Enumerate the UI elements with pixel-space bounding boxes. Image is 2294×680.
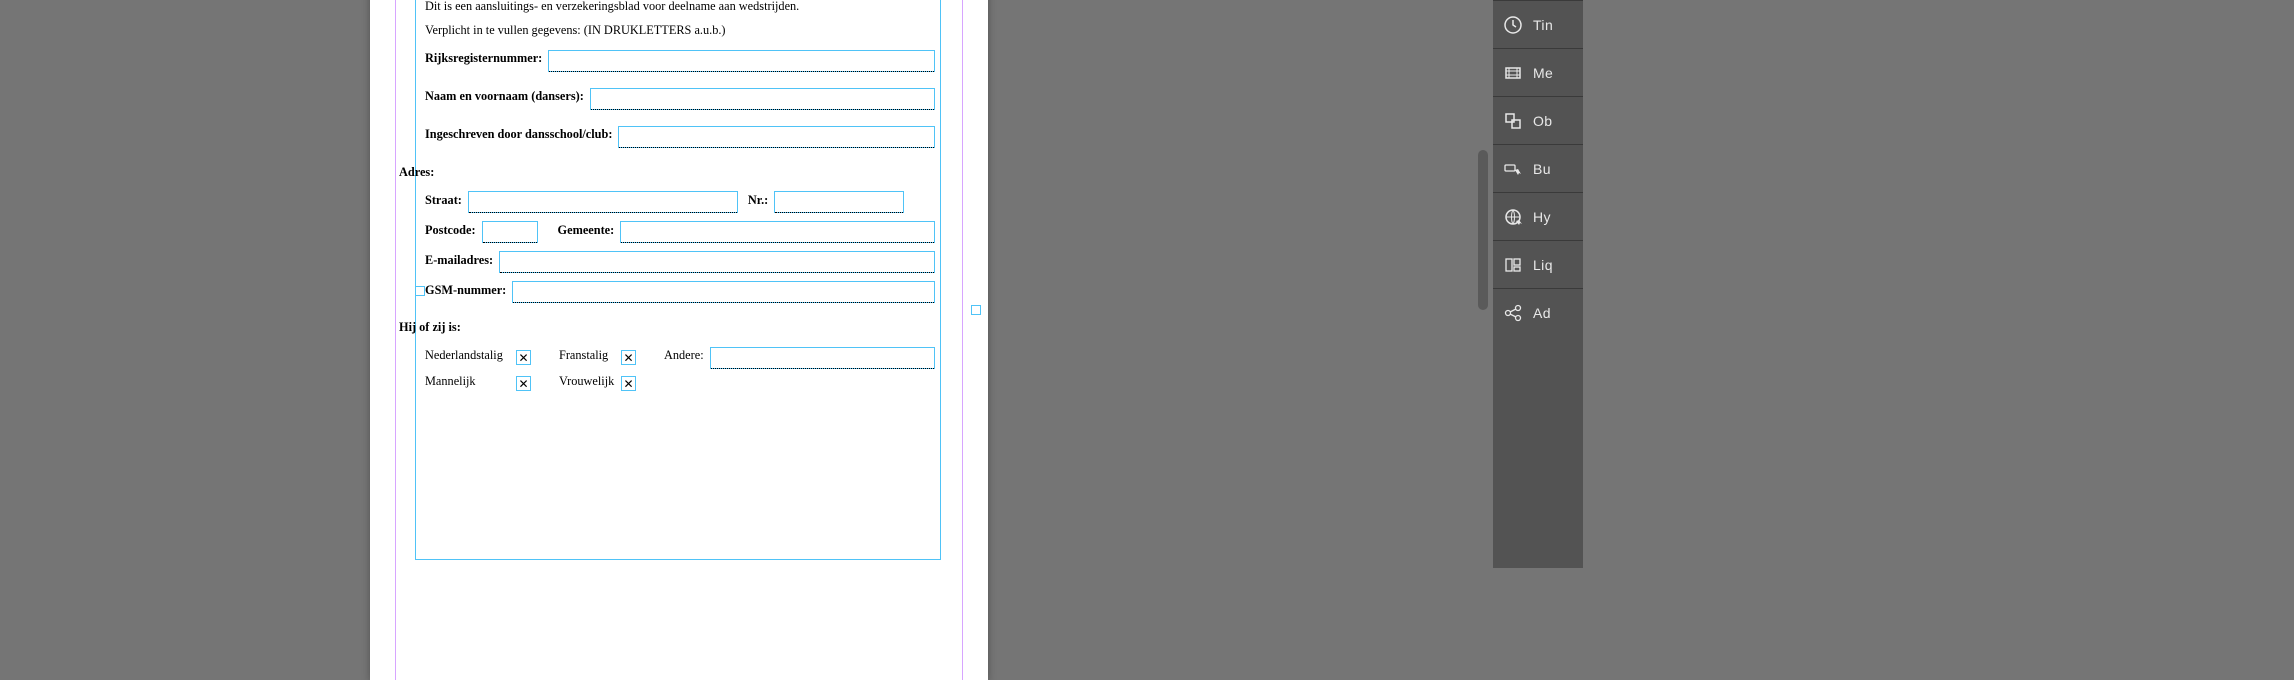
- hyperlinks-icon: [1503, 207, 1523, 227]
- label-gsm: GSM-nummer:: [425, 282, 506, 300]
- label-andere: Andere:: [664, 347, 704, 365]
- label-rijksregister: Rijksregisternummer:: [425, 50, 542, 68]
- panel-label: Liq: [1533, 257, 1553, 273]
- document-content: Dit is een aansluitings- en verzekerings…: [425, 0, 935, 397]
- frame-handle-right[interactable]: [971, 305, 981, 315]
- label-email: E-mailadres:: [425, 252, 493, 270]
- field-email[interactable]: [499, 251, 935, 273]
- field-postcode[interactable]: [482, 221, 538, 243]
- checkbox-mannelijk[interactable]: [516, 376, 531, 391]
- object-states-icon: [1503, 111, 1523, 131]
- label-mannelijk: Mannelijk: [425, 373, 510, 391]
- label-nederlandstalig: Nederlandstalig: [425, 347, 510, 365]
- share-icon: [1503, 303, 1523, 323]
- document-pasteboard[interactable]: Dit is een aansluitings- en verzekerings…: [0, 0, 1480, 568]
- panel-label: Me: [1533, 65, 1553, 81]
- mandatory-text: Verplicht in te vullen gegevens: (IN DRU…: [425, 22, 935, 40]
- frame-handle-left[interactable]: [415, 286, 425, 296]
- field-naam[interactable]: [590, 88, 935, 110]
- checkbox-nederlandstalig[interactable]: [516, 350, 531, 365]
- panel-liquid[interactable]: Liq: [1493, 240, 1583, 288]
- checkbox-vrouwelijk[interactable]: [621, 376, 636, 391]
- section-hijzij: Hij of zij is:: [399, 305, 935, 343]
- field-gemeente[interactable]: [620, 221, 935, 243]
- panel-adobe[interactable]: Ad: [1493, 288, 1583, 336]
- field-ingeschreven[interactable]: [618, 126, 935, 148]
- checkbox-franstalig[interactable]: [621, 350, 636, 365]
- media-icon: [1503, 63, 1523, 83]
- panel-object-states[interactable]: Ob: [1493, 96, 1583, 144]
- panel-timing[interactable]: Tin: [1493, 0, 1583, 48]
- right-panel-strip: Tin Me Ob Bu Hy Liq Ad: [1493, 0, 1583, 568]
- intro-text: Dit is een aansluitings- en verzekerings…: [425, 0, 935, 16]
- field-gsm[interactable]: [512, 281, 935, 303]
- panel-label: Hy: [1533, 209, 1551, 225]
- label-naam: Naam en voornaam (dansers):: [425, 88, 584, 106]
- clock-icon: [1503, 15, 1523, 35]
- vertical-scrollbar[interactable]: [1478, 150, 1488, 310]
- panel-label: Bu: [1533, 161, 1551, 177]
- panel-buttons[interactable]: Bu: [1493, 144, 1583, 192]
- field-nr[interactable]: [774, 191, 904, 213]
- panel-label: Ad: [1533, 305, 1551, 321]
- liquid-layout-icon: [1503, 255, 1523, 275]
- panel-label: Ob: [1533, 113, 1552, 129]
- field-rijksregister[interactable]: [548, 50, 935, 72]
- panel-media[interactable]: Me: [1493, 48, 1583, 96]
- label-nr: Nr.:: [748, 192, 768, 210]
- field-straat[interactable]: [468, 191, 738, 213]
- panel-label: Tin: [1533, 17, 1553, 33]
- section-adres: Adres:: [399, 150, 935, 188]
- label-postcode: Postcode:: [425, 222, 476, 240]
- label-ingeschreven: Ingeschreven door dansschool/club:: [425, 126, 612, 144]
- label-straat: Straat:: [425, 192, 462, 210]
- label-franstalig: Franstalig: [559, 347, 615, 365]
- field-andere[interactable]: [710, 347, 935, 369]
- page: Dit is een aansluitings- en verzekerings…: [370, 0, 988, 680]
- panel-hyperlinks[interactable]: Hy: [1493, 192, 1583, 240]
- buttons-icon: [1503, 159, 1523, 179]
- label-gemeente: Gemeente:: [558, 222, 615, 240]
- label-vrouwelijk: Vrouwelijk: [559, 373, 615, 391]
